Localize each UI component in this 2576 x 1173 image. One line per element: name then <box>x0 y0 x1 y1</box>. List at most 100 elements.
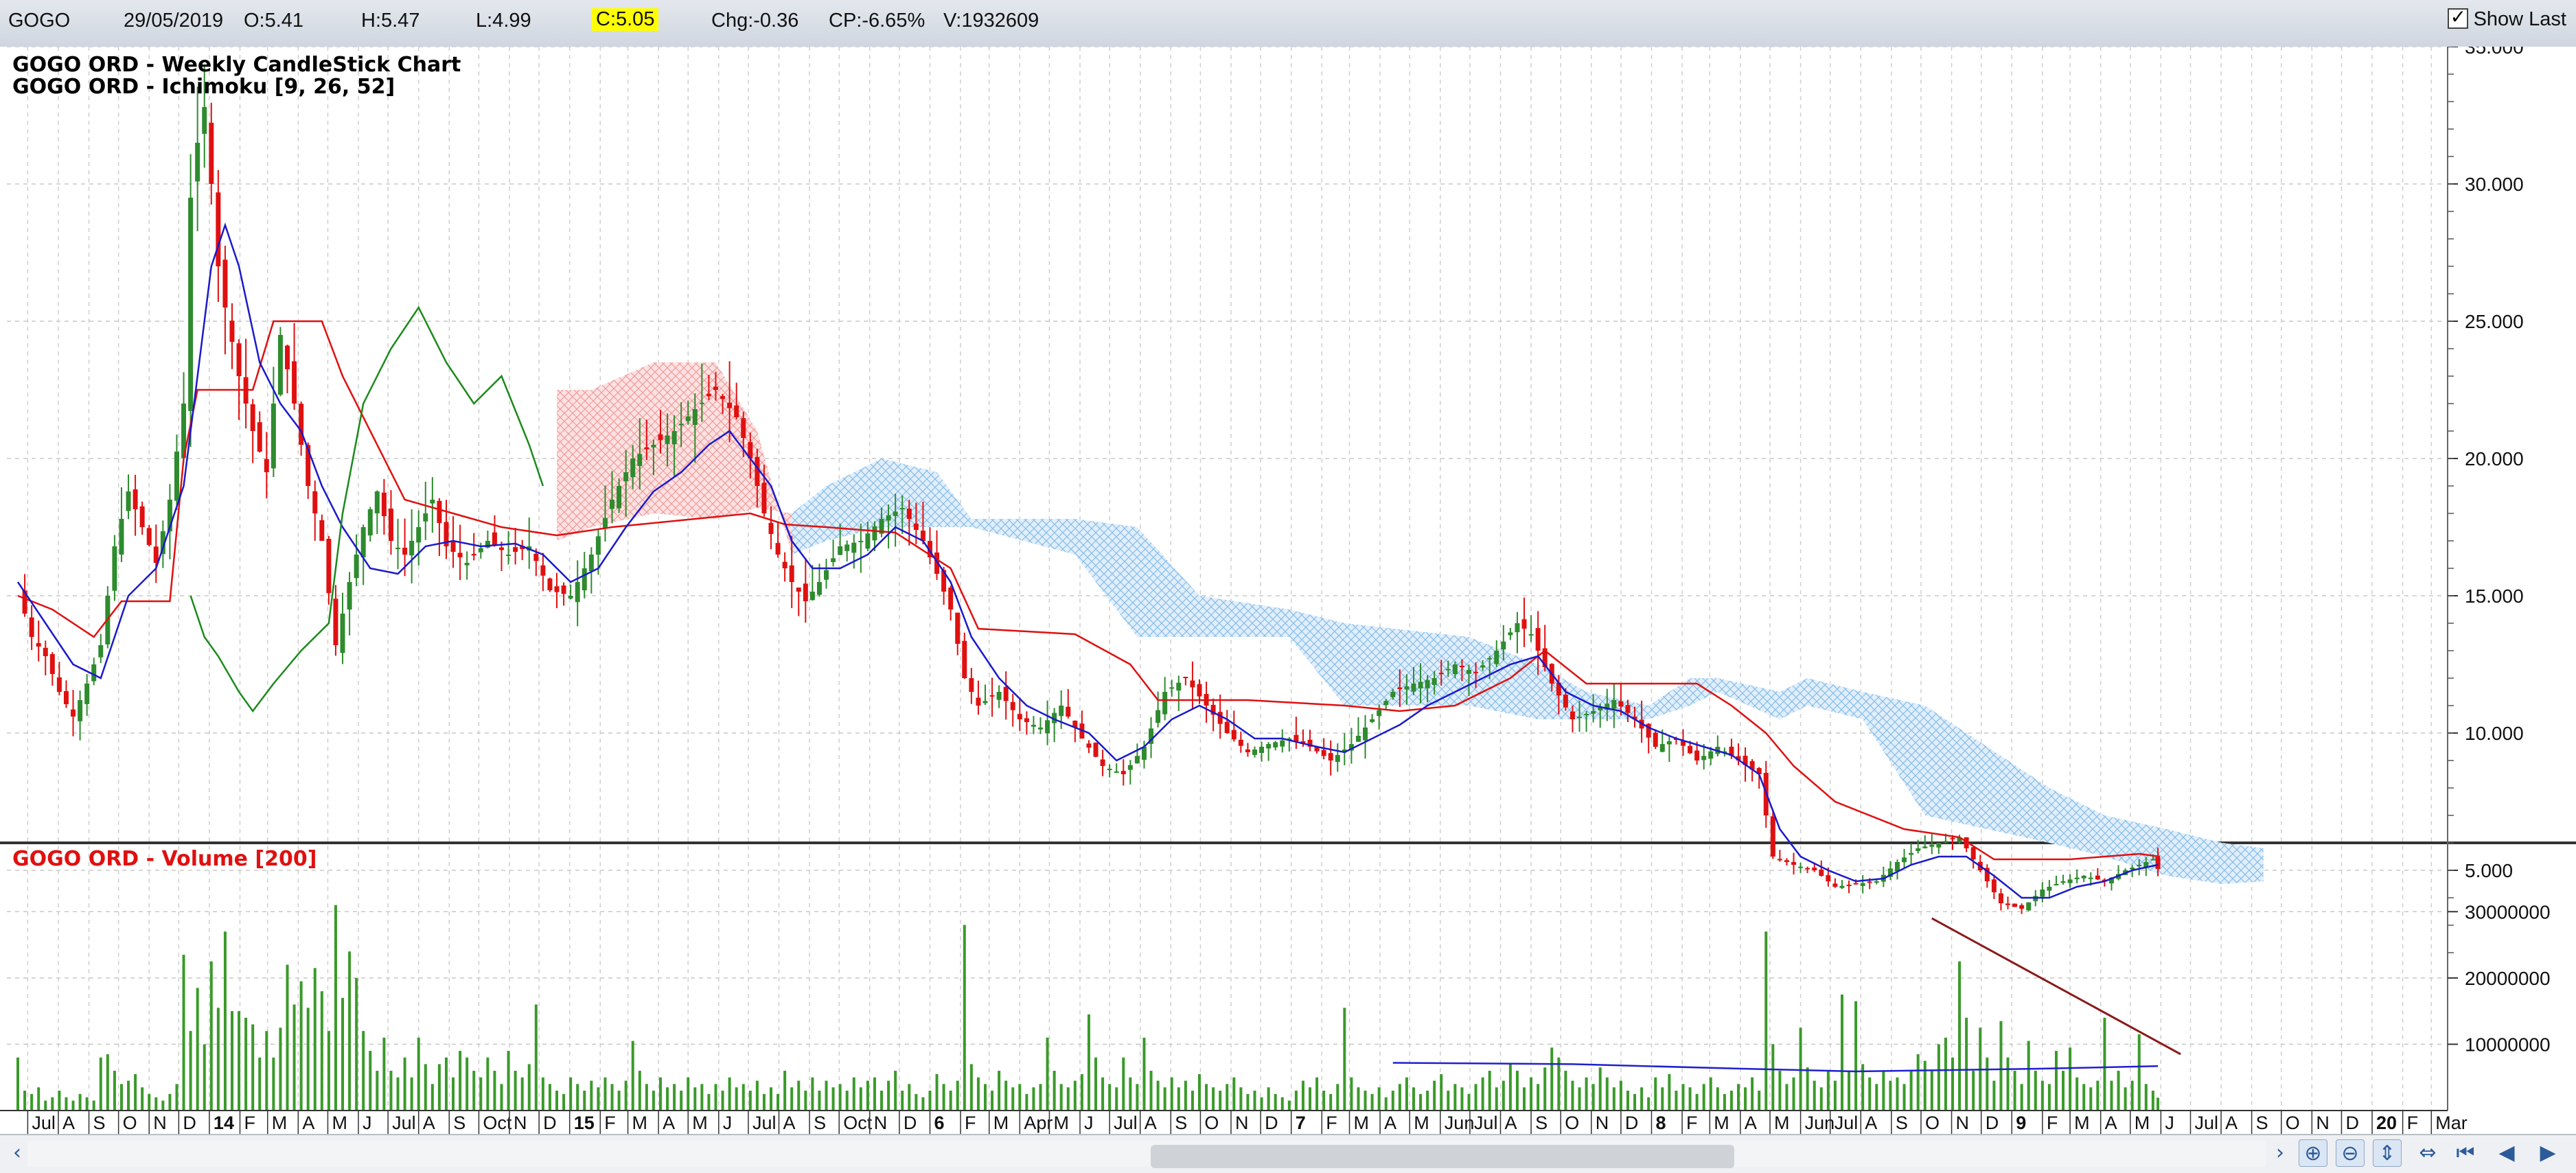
volume-bar <box>1412 1087 1415 1111</box>
candle-body <box>360 527 366 557</box>
candle-body <box>1293 734 1299 741</box>
candle-body <box>1224 721 1230 733</box>
volume-bar <box>2034 1071 2037 1111</box>
candle-body <box>264 458 269 472</box>
candle-body <box>1826 875 1831 881</box>
show-last-checkbox[interactable]: Show Last <box>2447 5 2566 31</box>
candle-body <box>803 583 808 601</box>
candle-body <box>2047 887 2052 891</box>
volume-bar <box>687 1077 690 1111</box>
candle-body <box>1017 714 1022 719</box>
volume-bar <box>735 1087 738 1111</box>
volume-bar <box>127 1080 130 1111</box>
first-icon[interactable]: ⏮ <box>2451 1139 2480 1167</box>
candle-body <box>568 596 573 599</box>
volume-bar <box>286 964 289 1111</box>
volume-bar <box>78 1093 82 1111</box>
previous-icon[interactable]: ◀ <box>2492 1139 2521 1167</box>
candle-body <box>1024 718 1029 722</box>
scroll-right-icon[interactable]: › <box>2266 1139 2295 1167</box>
x-tick-label: S <box>453 1113 465 1133</box>
candle-body <box>755 456 760 486</box>
candle-body <box>1929 844 1935 847</box>
x-tick-label: S <box>1896 1113 1908 1133</box>
checkbox-icon[interactable] <box>2447 5 2468 29</box>
volume-bar <box>327 1031 330 1111</box>
volume-bar <box>92 1100 95 1111</box>
candle-body <box>84 684 90 704</box>
volume-bar <box>85 1097 89 1111</box>
candle-body <box>1659 744 1665 752</box>
candle-body <box>2060 881 2066 883</box>
candle-body <box>1528 634 1534 636</box>
x-tick-label: A <box>1505 1113 1517 1133</box>
candle-body <box>312 491 318 513</box>
candle-body <box>464 563 470 566</box>
x-tick-label: Jul <box>1835 1113 1859 1133</box>
fit-icon[interactable]: ⇕ <box>2373 1139 2402 1167</box>
candle-body <box>1819 869 1824 876</box>
volume-bar <box>804 1091 807 1111</box>
volume-trendline <box>1931 917 2181 1056</box>
x-tick-label: M <box>272 1113 288 1133</box>
volume-bar <box>430 1084 434 1111</box>
x-tick-label: Oct <box>843 1113 873 1133</box>
volume-bar <box>1902 1084 1906 1111</box>
candle-body <box>1266 744 1272 749</box>
candle-body <box>1003 686 1009 701</box>
volume-title: GOGO ORD - Volume [200] <box>12 847 317 871</box>
volume-bar <box>1440 1073 1443 1111</box>
price-tick-label: 20.000 <box>2465 448 2524 469</box>
candle-body <box>285 345 290 369</box>
volume-bar <box>1398 1084 1401 1111</box>
volume-bar <box>65 1097 68 1111</box>
x-tick-label: J <box>723 1113 733 1133</box>
volume-bar <box>16 1057 19 1111</box>
volume-bar <box>949 1091 952 1111</box>
candle-body <box>216 192 221 266</box>
volume-bar <box>1930 1071 1933 1111</box>
volume-bar <box>942 1084 945 1111</box>
volume-bar <box>1108 1084 1112 1111</box>
candle-body <box>1798 866 1804 868</box>
candle-body <box>1487 658 1493 660</box>
candle-body <box>706 393 711 397</box>
volume-bar <box>1059 1084 1063 1111</box>
x-tick-label: A <box>1384 1113 1396 1133</box>
candle-body <box>2012 903 2018 907</box>
candle-body <box>1867 881 1872 883</box>
candle-body <box>1107 769 1112 770</box>
candle-body <box>2054 884 2059 885</box>
x-tick-label: S <box>93 1113 106 1133</box>
scrollbar-thumb[interactable] <box>1151 1145 1734 1168</box>
volume-bar <box>1129 1077 1132 1111</box>
volume-bar <box>1226 1084 1229 1111</box>
volume-bar <box>603 1077 607 1111</box>
candle-body <box>1321 750 1326 756</box>
candle-body <box>1411 684 1416 692</box>
candle-body <box>1397 687 1403 689</box>
volume-bar <box>1032 1087 1035 1111</box>
volume-bar <box>1315 1077 1319 1111</box>
candle-body <box>2130 868 2135 870</box>
candle-body <box>1521 619 1527 629</box>
x-tick-label: N <box>1596 1113 1609 1133</box>
candle-body <box>299 404 304 445</box>
volume-bar <box>2137 1034 2141 1111</box>
volume-bar <box>1122 1057 1125 1111</box>
horizontal-scrollbar[interactable] <box>27 1141 2266 1168</box>
candle-body <box>2005 903 2011 905</box>
candle-body <box>906 508 912 519</box>
candle-body <box>1045 720 1050 734</box>
zoom-out-icon[interactable]: ⊖ <box>2336 1139 2365 1167</box>
candle-body <box>1377 710 1382 717</box>
zoom-in-icon[interactable]: ⊕ <box>2299 1139 2327 1167</box>
pan-icon[interactable]: ⇔ <box>2413 1139 2442 1167</box>
volume-bar <box>1073 1080 1077 1111</box>
next-icon[interactable]: ▶ <box>2533 1139 2562 1167</box>
candle-body <box>374 491 380 513</box>
candle-body <box>1252 750 1258 755</box>
chart-area[interactable]: 35.000 30.000 25.000 20.000 15.000 10.000 5.00… <box>0 47 2576 1134</box>
candle-body <box>430 500 435 504</box>
volume-bar <box>1460 1087 1464 1111</box>
